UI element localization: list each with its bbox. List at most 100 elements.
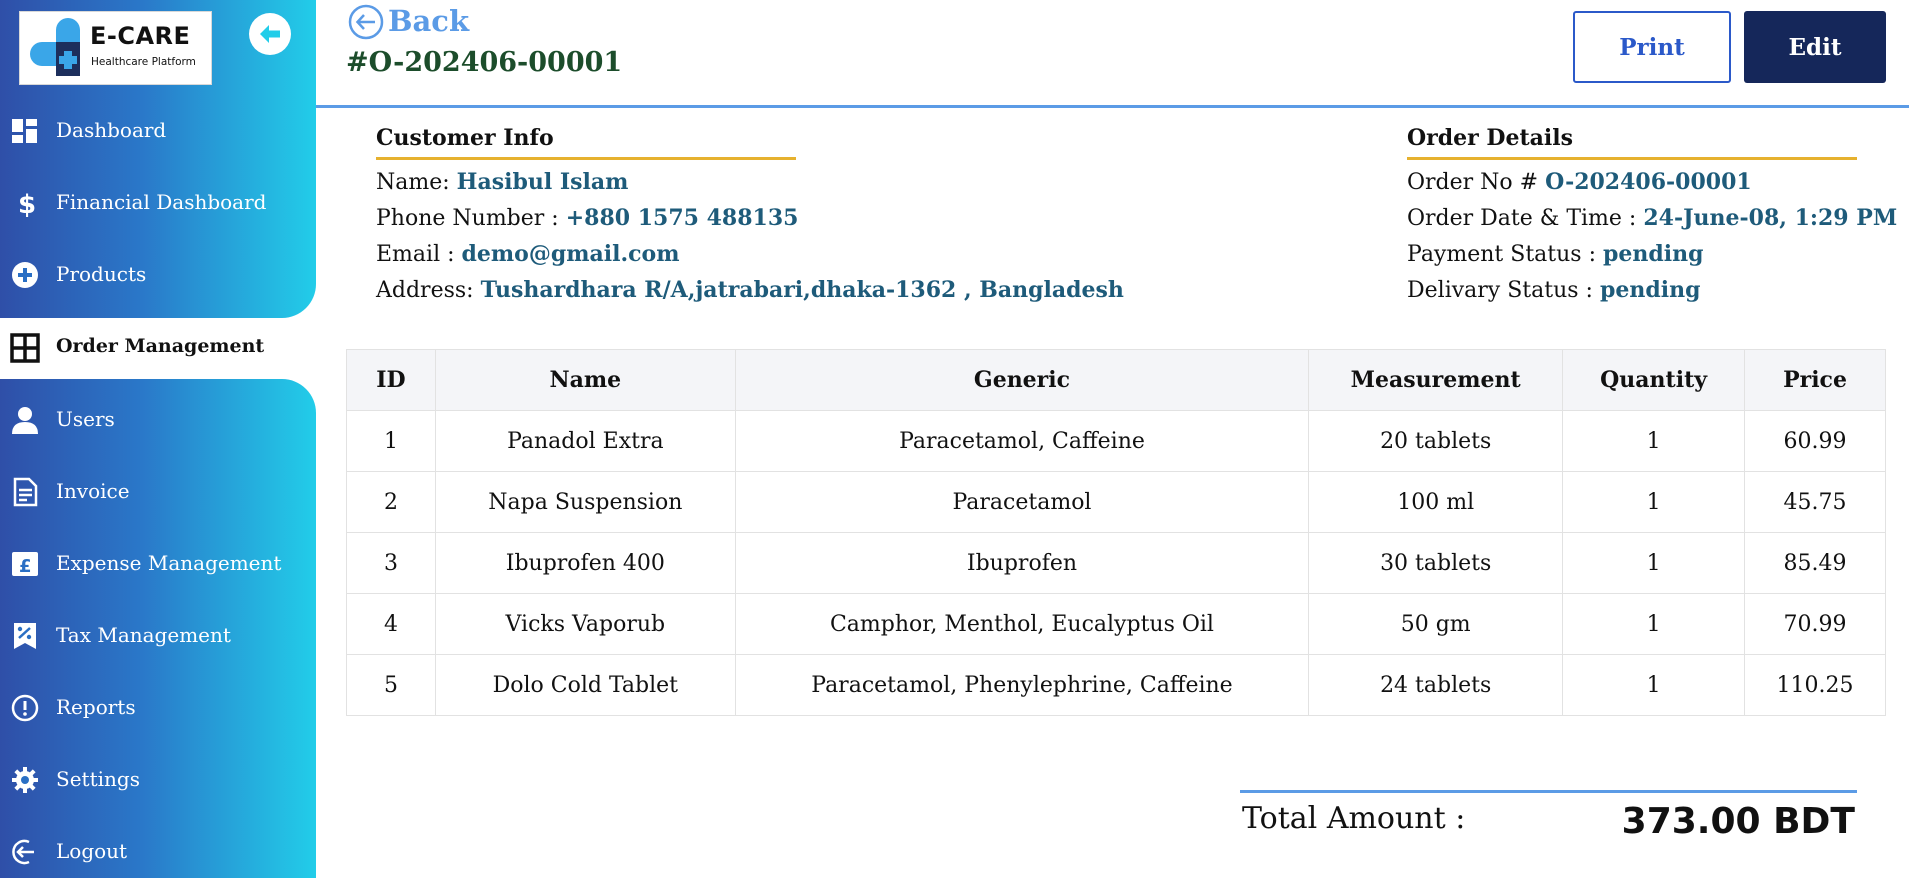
sidebar-item-label: Settings [56, 767, 140, 791]
sidebar: E-CARE Healthcare Platform Dashboard $ F… [0, 0, 316, 878]
payment-status-label: Payment Status : [1407, 242, 1596, 267]
order-datetime-row: Order Date & Time : 24-June-08, 1:29 PM [1407, 205, 1897, 232]
cell-quantity: 1 [1562, 654, 1746, 716]
dashboard-icon [12, 119, 37, 143]
cell-id: 2 [346, 471, 436, 533]
order-details-section: Order Details Order No # O-202406-00001 … [1407, 125, 1897, 304]
cell-measurement: 30 tablets [1308, 532, 1564, 594]
table-row: 1 Panadol Extra Paracetamol, Caffeine 20… [346, 410, 1886, 472]
order-datetime-label: Order Date & Time : [1407, 206, 1637, 231]
print-button[interactable]: Print [1573, 11, 1731, 83]
sidebar-item-order-management[interactable]: Order Management [0, 318, 316, 378]
table-row: 4 Vicks Vaporub Camphor, Menthol, Eucaly… [346, 593, 1886, 655]
sidebar-item-label: Products [56, 262, 147, 286]
brand-logo[interactable]: E-CARE Healthcare Platform [19, 11, 212, 85]
sidebar-item-dashboard[interactable]: Dashboard [0, 101, 316, 161]
order-no-value: O-202406-00001 [1545, 169, 1752, 195]
sidebar-item-products[interactable]: Products [0, 245, 316, 305]
brand-subtitle: Healthcare Platform [91, 56, 196, 68]
customer-address-label: Address: [376, 278, 474, 303]
order-items-table: ID Name Generic Measurement Quantity Pri… [346, 349, 1886, 716]
sidebar-item-settings[interactable]: Settings [0, 750, 316, 810]
sidebar-item-tax-management[interactable]: Tax Management [0, 606, 316, 666]
delivery-status-label: Delivary Status : [1407, 278, 1593, 303]
customer-name-value: Hasibul Islam [456, 169, 629, 195]
sidebar-item-label: Expense Management [56, 551, 282, 575]
cell-generic: Paracetamol [734, 471, 1310, 533]
cell-price: 45.75 [1744, 471, 1886, 533]
column-header-name: Name [434, 349, 736, 411]
cell-generic: Paracetamol, Caffeine [734, 410, 1310, 472]
cell-measurement: 100 ml [1308, 471, 1564, 533]
alert-circle-icon [11, 694, 39, 722]
brand-title: E-CARE [90, 22, 191, 50]
customer-name-row: Name: Hasibul Islam [376, 169, 796, 196]
column-header-price: Price [1744, 349, 1886, 411]
cell-price: 110.25 [1744, 654, 1886, 716]
customer-phone-row: Phone Number : +880 1575 488135 [376, 205, 798, 232]
cell-measurement: 24 tablets [1308, 654, 1564, 716]
order-no-row: Order No # O-202406-00001 [1407, 169, 1857, 196]
sidebar-item-reports[interactable]: Reports [0, 678, 316, 738]
customer-email-label: Email : [376, 242, 455, 267]
sidebar-item-invoice[interactable]: Invoice [0, 462, 316, 522]
dollar-icon: $ [18, 190, 36, 218]
customer-address-row: Address: Tushardhara R/A,jatrabari,dhaka… [376, 277, 1124, 304]
total-amount-section: Total Amount : 373.00 BDT [1240, 790, 1857, 850]
customer-info-section: Customer Info Name: Hasibul Islam Phone … [376, 125, 1124, 304]
sidebar-item-label: Invoice [56, 479, 130, 503]
customer-phone-label: Phone Number : [376, 206, 559, 231]
svg-text:$: $ [18, 190, 36, 218]
customer-email-value: demo@gmail.com [461, 241, 680, 267]
cell-id: 5 [346, 654, 436, 716]
payment-status-row: Payment Status : pending [1407, 241, 1857, 268]
cell-generic: Ibuprofen [734, 532, 1310, 594]
cell-name: Panadol Extra [434, 410, 736, 472]
sidebar-item-logout[interactable]: Logout [0, 822, 316, 878]
sidebar-item-label: Logout [56, 839, 128, 863]
sidebar-item-label: Users [56, 407, 115, 431]
page-title: #O-202406-00001 [346, 47, 623, 78]
total-amount-label: Total Amount : [1242, 801, 1466, 836]
table-row: 5 Dolo Cold Tablet Paracetamol, Phenylep… [346, 654, 1886, 716]
gear-icon [12, 767, 38, 793]
cell-measurement: 20 tablets [1308, 410, 1564, 472]
arrow-left-icon [260, 25, 280, 43]
sidebar-item-financial-dashboard[interactable]: $ Financial Dashboard [0, 173, 316, 233]
table-row: 3 Ibuprofen 400 Ibuprofen 30 tablets 1 8… [346, 532, 1886, 594]
medical-cross-logo-icon [30, 18, 80, 76]
user-icon [12, 407, 38, 434]
edit-button[interactable]: Edit [1744, 11, 1886, 83]
sidebar-item-label: Financial Dashboard [56, 190, 267, 214]
customer-info-heading: Customer Info [376, 125, 796, 160]
cell-measurement: 50 gm [1308, 593, 1564, 655]
cell-quantity: 1 [1562, 471, 1746, 533]
column-header-quantity: Quantity [1562, 349, 1746, 411]
cell-id: 1 [346, 410, 436, 472]
sidebar-item-expense-management[interactable]: £ Expense Management [0, 534, 316, 594]
total-amount-value: 373.00 BDT [1621, 801, 1855, 842]
cell-name: Ibuprofen 400 [434, 532, 736, 594]
sidebar-item-label: Reports [56, 695, 136, 719]
column-header-measurement: Measurement [1308, 349, 1564, 411]
sidebar-item-users[interactable]: Users [0, 390, 316, 450]
order-details-heading: Order Details [1407, 125, 1857, 160]
cell-id: 4 [346, 593, 436, 655]
tax-icon [14, 623, 36, 649]
plus-circle-icon [12, 262, 38, 288]
sidebar-item-label: Tax Management [56, 623, 231, 647]
cell-price: 85.49 [1744, 532, 1886, 594]
back-label: Back [388, 4, 470, 38]
sidebar-item-label: Dashboard [56, 118, 167, 142]
customer-address-value: Tushardhara R/A,jatrabari,dhaka-1362 , B… [480, 277, 1124, 303]
cell-name: Dolo Cold Tablet [434, 654, 736, 716]
back-arrow-circle-icon [348, 4, 384, 40]
collapse-sidebar-button[interactable] [249, 13, 291, 55]
cell-quantity: 1 [1562, 410, 1746, 472]
logout-icon [12, 839, 34, 865]
column-header-id: ID [346, 349, 436, 411]
grid-icon [10, 333, 40, 363]
invoice-icon [13, 477, 38, 507]
cell-quantity: 1 [1562, 532, 1746, 594]
customer-email-row: Email : demo@gmail.com [376, 241, 796, 268]
